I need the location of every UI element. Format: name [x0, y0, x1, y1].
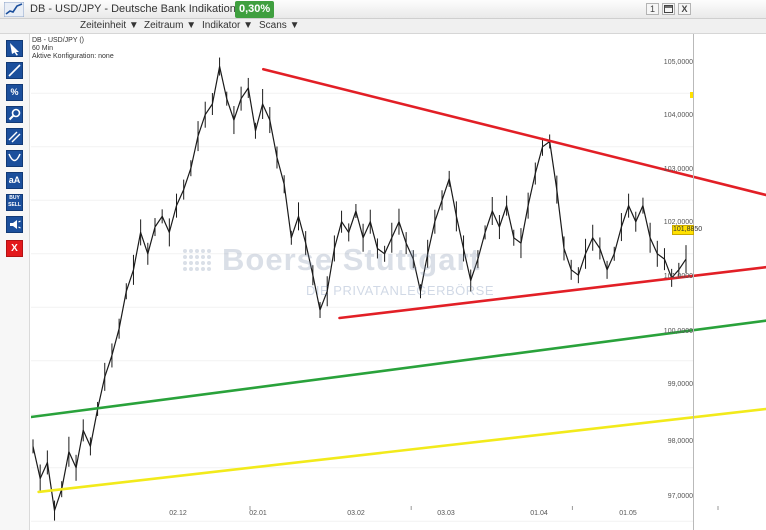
- cursor-arrow-icon: [10, 43, 19, 56]
- delete-icon: X: [11, 243, 18, 254]
- price-marker: [690, 92, 693, 98]
- trendline-resistance[interactable]: [262, 67, 766, 197]
- x-tick-label: 03.02: [347, 510, 365, 517]
- maximize-button[interactable]: [662, 3, 675, 15]
- window-title: DB - USD/JPY - Deutsche Bank Indikation: [30, 3, 236, 15]
- menu-scans[interactable]: Scans ▼: [259, 20, 299, 31]
- title-bar: DB - USD/JPY - Deutsche Bank Indikation …: [0, 0, 766, 19]
- chart-timeframe: 60 Min: [32, 45, 54, 52]
- parallel-lines-tool[interactable]: [6, 128, 23, 145]
- x-tick-label: 02.01: [249, 510, 267, 517]
- y-tick-label: 100,0000: [663, 328, 693, 335]
- x-tick-label: 02.12: [169, 510, 187, 517]
- y-tick-label: 98,0000: [667, 438, 693, 445]
- line-tool[interactable]: [6, 62, 23, 79]
- alert-icon: [10, 220, 21, 229]
- y-tick-label: 105,0000: [663, 59, 693, 66]
- menu-zeiteinheit[interactable]: Zeiteinheit ▼: [80, 20, 139, 31]
- chart-area[interactable]: [31, 34, 766, 530]
- parallel-lines-icon: [8, 131, 21, 143]
- close-button[interactable]: X: [678, 3, 691, 15]
- sell-label: SELL: [8, 202, 21, 208]
- current-price-tag: 101,8850: [672, 225, 703, 235]
- buy-sell-tool[interactable]: BUY SELL: [6, 194, 23, 211]
- x-tick-label: 03.03: [437, 510, 455, 517]
- chart-canvas[interactable]: [31, 34, 766, 530]
- curve-tool-icon: [8, 153, 21, 162]
- curve-tool[interactable]: [6, 150, 23, 167]
- trendline-support-yellow[interactable]: [37, 407, 766, 494]
- window-number-button[interactable]: 1: [646, 3, 659, 15]
- drawing-toolbar: % aA BUY SELL X: [0, 34, 30, 530]
- percent-tool[interactable]: %: [6, 84, 23, 101]
- menu-bar: Zeiteinheit ▼ Zeitraum ▼ Indikator ▼ Sca…: [0, 19, 766, 34]
- delete-tool[interactable]: X: [6, 240, 23, 257]
- y-tick-label: 103,0000: [663, 166, 693, 173]
- buy-label: BUY: [9, 195, 20, 201]
- line-tool-icon: [8, 64, 21, 77]
- maximize-icon: [664, 5, 673, 13]
- menu-indikator[interactable]: Indikator ▼: [202, 20, 253, 31]
- y-tick-label: 104,0000: [663, 112, 693, 119]
- trendline-support-green[interactable]: [31, 319, 766, 419]
- text-tool[interactable]: aA: [6, 172, 23, 189]
- x-tick-label: 01.05: [619, 510, 637, 517]
- menu-zeitraum[interactable]: Zeitraum ▼: [144, 20, 196, 31]
- y-tick-label: 101,0000: [663, 273, 693, 280]
- chart-info-label: DB - USD/JPY () 60 Min Aktive Konfigurat…: [32, 37, 114, 61]
- zoom-tool[interactable]: [6, 106, 23, 123]
- x-tick-label: 01.04: [530, 510, 548, 517]
- trendline-support-red[interactable]: [338, 265, 766, 320]
- chart-instrument: DB - USD/JPY (): [32, 37, 84, 44]
- y-tick-label: 99,0000: [667, 381, 693, 388]
- chart-config: Aktive Konfiguration: none: [32, 53, 114, 60]
- change-badge: 0,30%: [235, 1, 275, 18]
- percent-icon: %: [10, 87, 19, 97]
- cursor-tool[interactable]: [6, 40, 23, 57]
- app-chart-icon: [4, 2, 24, 17]
- zoom-icon: [8, 108, 21, 121]
- buy-sell-icon: BUY SELL: [7, 195, 22, 209]
- text-tool-icon: aA: [8, 175, 21, 185]
- y-axis-line: [693, 34, 694, 530]
- alert-tool[interactable]: [6, 216, 23, 233]
- y-tick-label: 97,0000: [667, 493, 693, 500]
